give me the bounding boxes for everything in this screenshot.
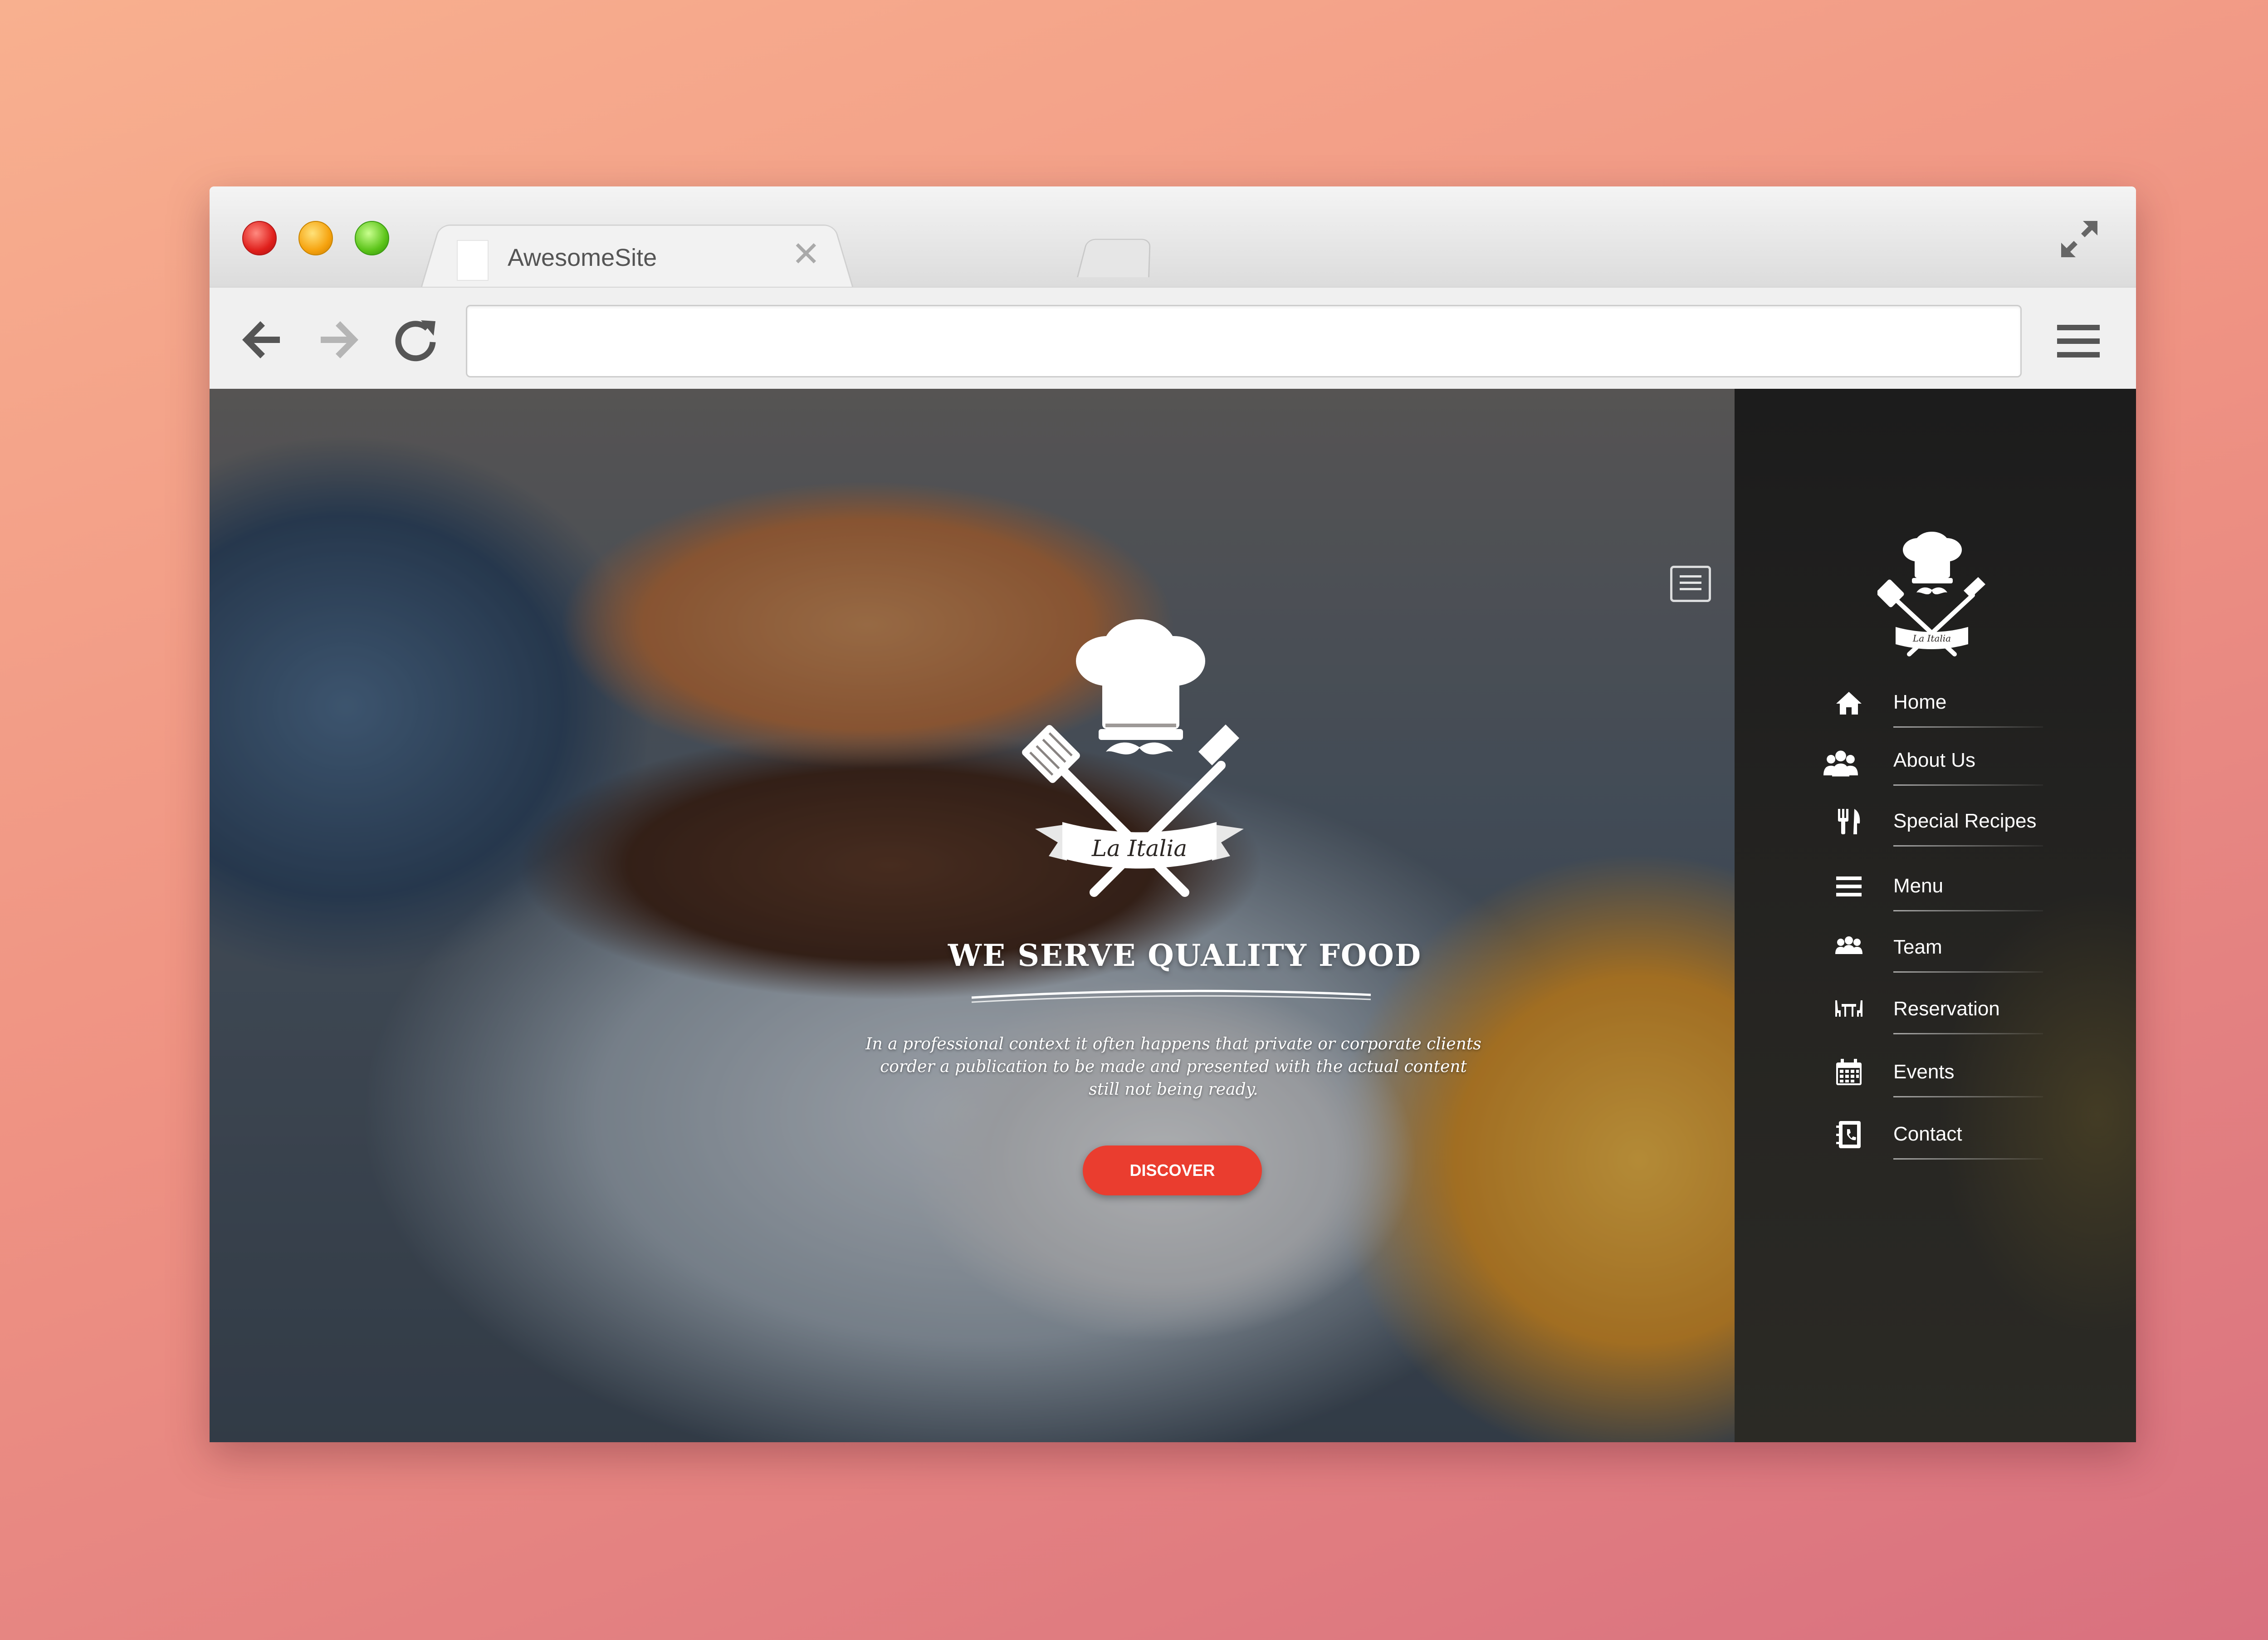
- menu-lines-icon: [1836, 876, 1862, 896]
- sidebar-logo: La Italia: [1877, 532, 1985, 656]
- browser-tab[interactable]: AwesomeSite ✕: [420, 216, 854, 288]
- tab-title: AwesomeSite: [508, 244, 657, 271]
- address-bar[interactable]: [466, 305, 2022, 377]
- page-viewport: La Italia WE SERVE QUALITY FOOD In a pro…: [210, 389, 2136, 1442]
- svg-text:La Italia: La Italia: [1912, 633, 1951, 644]
- sidebar-item-label: Home: [1893, 691, 1947, 713]
- sidebar-item-menu[interactable]: Menu: [1834, 867, 2061, 922]
- cutlery-icon: [1838, 809, 1860, 834]
- sidebar-item-label: Events: [1893, 1061, 1955, 1083]
- sidebar-item-label: About Us: [1893, 749, 1975, 771]
- sidebar-nav: La Italia Home About Us Special Recipes …: [1735, 389, 2136, 1442]
- hero-intro-text: In a professional context it often happe…: [865, 1035, 1481, 1099]
- la-italia-logo: La Italia: [1022, 619, 1244, 897]
- sidebar-item-about-us[interactable]: About Us: [1823, 742, 2061, 796]
- sidebar-item-label: Menu: [1893, 875, 1944, 897]
- discover-button[interactable]: DISCOVER: [1083, 1146, 1262, 1195]
- users-icon: [1823, 750, 1858, 777]
- favicon-icon: [457, 240, 489, 281]
- team-icon: [1835, 936, 1862, 954]
- sidebar-item-events[interactable]: Events: [1834, 1053, 2061, 1108]
- sidebar-item-reservation[interactable]: Reservation: [1834, 990, 2061, 1045]
- hero-heading: WE SERVE QUALITY FOOD: [948, 938, 1422, 973]
- sidebar-item-special-recipes[interactable]: Special Recipes: [1834, 803, 2061, 857]
- tab-close-icon[interactable]: ✕: [792, 237, 821, 272]
- sidebar-item-home[interactable]: Home: [1834, 684, 2061, 738]
- browser-window: AwesomeSite ✕ La Italia WE SERVE QUALITY…: [210, 186, 2136, 1442]
- hero-menu-toggle-icon[interactable]: [1670, 566, 1711, 602]
- new-tab-button[interactable]: [1077, 239, 1151, 277]
- minimize-window-button[interactable]: [298, 221, 333, 255]
- close-window-button[interactable]: [242, 221, 277, 255]
- hero-section: La Italia WE SERVE QUALITY FOOD In a pro…: [210, 389, 1735, 1442]
- contact-book-icon: [1836, 1121, 1861, 1148]
- home-icon: [1836, 692, 1862, 715]
- sidebar-item-contact[interactable]: Contact: [1834, 1116, 2061, 1170]
- heading-divider: [971, 989, 1371, 1003]
- sidebar-item-team[interactable]: Team: [1834, 929, 2061, 983]
- svg-text:La Italia: La Italia: [1091, 835, 1187, 862]
- sidebar-item-label: Special Recipes: [1893, 810, 2037, 832]
- reload-icon[interactable]: [391, 315, 441, 365]
- tab-bar: AwesomeSite ✕: [210, 186, 2136, 288]
- zoom-window-button[interactable]: [355, 221, 389, 255]
- fullscreen-expand-icon[interactable]: [2057, 216, 2102, 262]
- sidebar-item-label: Team: [1893, 936, 1942, 958]
- sidebar-item-label: Contact: [1893, 1123, 1962, 1145]
- table-icon: [1835, 1000, 1862, 1017]
- calendar-icon: [1836, 1059, 1862, 1085]
- back-arrow-icon[interactable]: [237, 315, 287, 365]
- browser-menu-icon[interactable]: [2053, 318, 2103, 364]
- forward-arrow-icon[interactable]: [314, 315, 364, 365]
- sidebar-item-label: Reservation: [1893, 998, 2000, 1020]
